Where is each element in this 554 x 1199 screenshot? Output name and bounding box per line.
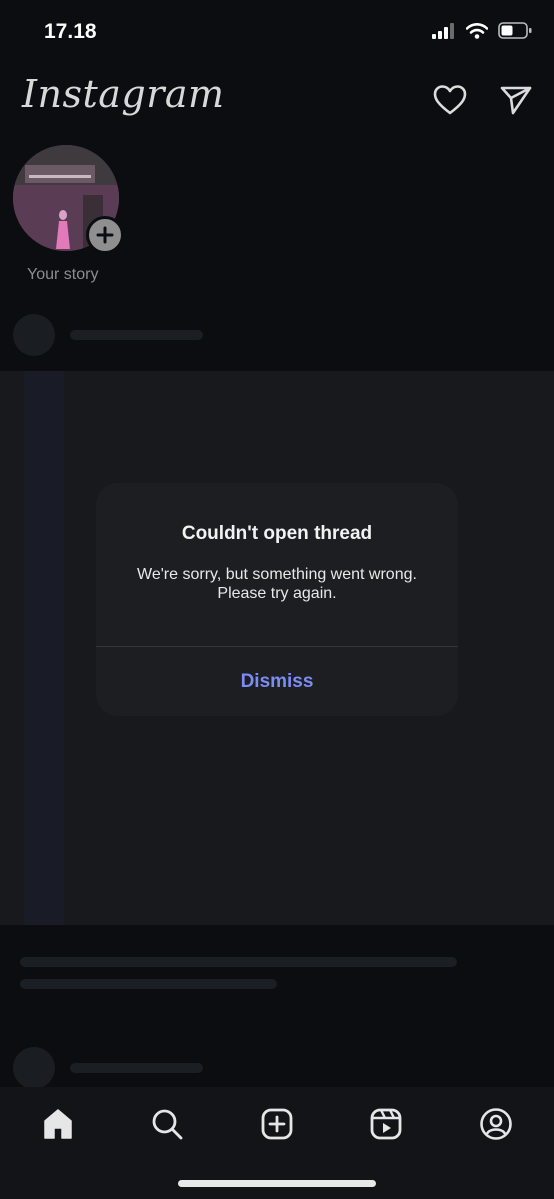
paper-plane-icon[interactable]	[498, 82, 534, 118]
profile-icon	[480, 1108, 512, 1140]
heart-icon[interactable]	[432, 82, 468, 118]
placeholder-username	[70, 330, 203, 340]
nav-reels[interactable]	[364, 1102, 408, 1146]
dialog-message-line: We're sorry, but something went wrong.	[137, 566, 417, 583]
home-indicator[interactable]	[178, 1180, 376, 1187]
reels-icon	[370, 1108, 402, 1140]
placeholder-username	[70, 1063, 203, 1073]
nav-profile[interactable]	[474, 1102, 518, 1146]
create-icon	[261, 1108, 293, 1140]
plus-icon	[96, 226, 114, 244]
dialog-message-line: Please try again.	[217, 585, 337, 602]
add-story-button[interactable]	[86, 216, 124, 254]
nav-home[interactable]	[36, 1102, 80, 1146]
search-icon	[152, 1109, 183, 1140]
dialog-title: Couldn't open thread	[181, 523, 373, 544]
post-media-strip	[24, 371, 64, 925]
status-icons	[432, 22, 532, 39]
placeholder-avatar	[13, 1047, 55, 1089]
nav-search[interactable]	[145, 1102, 189, 1146]
status-time: 17.18	[44, 20, 97, 43]
dismiss-button[interactable]: Dismiss	[96, 647, 458, 716]
error-dialog: Couldn't open thread We're sorry, but so…	[96, 483, 458, 716]
placeholder-caption-line	[20, 979, 277, 989]
instagram-logo: Instagram	[22, 72, 225, 116]
your-story-label: Your story	[27, 266, 99, 283]
battery-icon	[498, 22, 532, 39]
cellular-signal-icon	[432, 22, 454, 39]
home-icon	[44, 1109, 72, 1139]
wifi-icon	[466, 22, 488, 39]
dialog-message: We're sorry, but something went wrong. P…	[116, 565, 438, 603]
nav-create[interactable]	[255, 1102, 299, 1146]
placeholder-avatar	[13, 314, 55, 356]
placeholder-caption-line	[20, 957, 457, 967]
